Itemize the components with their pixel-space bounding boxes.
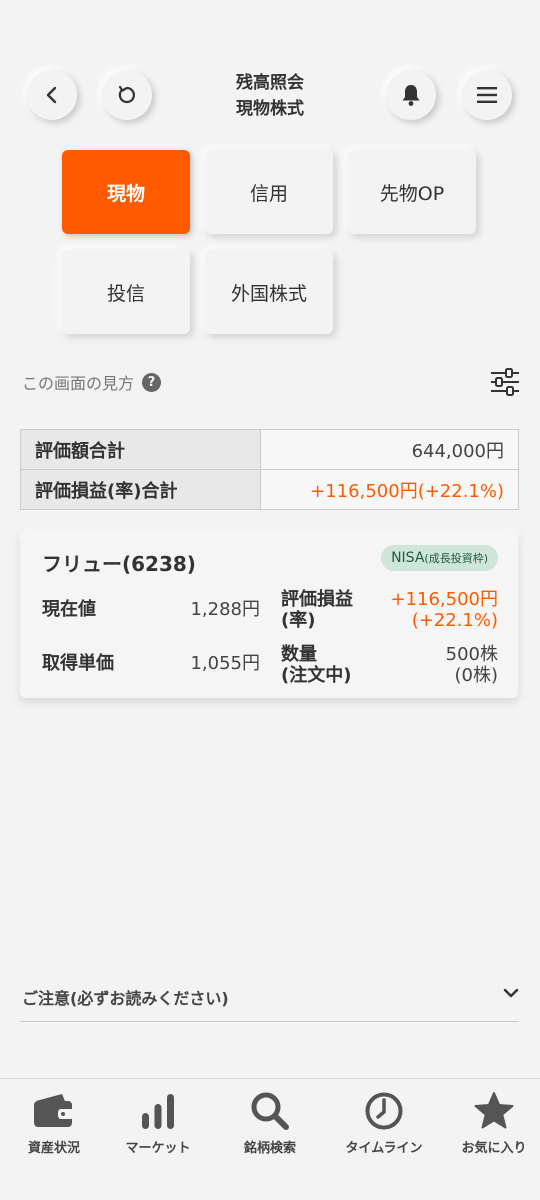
tab-toshin[interactable]: 投信 [62,250,190,334]
notification-button[interactable] [386,70,436,120]
question-icon: ? [142,372,162,392]
nav-favorites[interactable]: お気に入り [440,1091,540,1156]
tab-shinyo[interactable]: 信用 [205,150,333,234]
current-price-value: 1,288円 [190,599,260,620]
filter-settings-icon[interactable] [490,368,520,396]
header: 残高照会 現物株式 [0,0,540,140]
refresh-button[interactable] [102,70,152,120]
page-title-line1: 残高照会 [236,73,304,93]
current-price-label: 現在値 [42,599,96,620]
page-title-line2: 現物株式 [236,99,304,119]
nav-favorites-label: お気に入り [461,1141,527,1156]
total-pl-label: 評価損益(率)合計 [20,469,261,510]
total-valuation-label: 評価額合計 [20,429,261,470]
nisa-badge: NISA (成長投資枠) [381,545,498,571]
cost-label: 取得単価 [42,653,114,674]
how-to-read-label: この画面の見方 [22,374,135,393]
total-valuation-value: 644,000円 [260,429,519,470]
back-button[interactable] [27,70,77,120]
pl-rate: (+22.1%) [411,610,498,631]
nav-assets-label: 資産状況 [27,1141,80,1156]
qty-amount: 500株 [445,644,498,665]
qty-label-line1: 数量 [281,644,317,665]
notice-label: ご注意(必ずお読みください) [22,989,229,1008]
nav-market[interactable]: マーケット [104,1091,212,1156]
pl-amount: +116,500円 [390,589,498,610]
bottom-nav: 資産状況 マーケット 銘柄検索 タイムライン お気に入り [0,1078,540,1200]
hamburger-menu-icon [477,87,497,103]
tab-futures-op[interactable]: 先物OP [348,150,476,234]
nisa-badge-main: NISA [391,550,425,566]
menu-button[interactable] [462,70,512,120]
cost-value: 1,055円 [190,653,260,674]
tab-foreign-stocks[interactable]: 外国株式 [205,250,333,334]
bell-icon [402,85,420,106]
qty-label-line2: (注文中) [281,665,352,686]
chevron-down-icon [503,988,519,998]
pl-value: +116,500円 (+22.1%) [390,589,498,631]
nav-assets[interactable]: 資産状況 [0,1091,108,1156]
summary-row: 評価損益(率)合計 +116,500円(+22.1%) [20,469,519,510]
notice-accordion[interactable]: ご注意(必ずお読みください) [20,975,519,1022]
summary-table: 評価額合計 644,000円 評価損益(率)合計 +116,500円(+22.1… [20,429,519,510]
total-pl-value: +116,500円(+22.1%) [260,469,519,510]
holding-name: フリュー(6238) [42,552,196,576]
page-title: 残高照会 現物株式 [170,70,370,122]
pl-label-line1: 評価損益 [281,589,353,610]
qty-value: 500株 (0株) [446,644,498,686]
nav-search-label: 銘柄検索 [243,1141,296,1156]
nav-timeline-label: タイムライン [345,1141,423,1156]
clock-icon [365,1092,403,1130]
nav-timeline[interactable]: タイムライン [330,1091,438,1156]
nav-market-label: マーケット [125,1141,191,1156]
chevron-left-icon [46,86,57,104]
refresh-icon [118,85,135,104]
nisa-badge-sub: (成長投資枠) [424,552,488,565]
pl-label-line2: (率) [281,610,316,631]
nav-search[interactable]: 銘柄検索 [216,1091,324,1156]
tab-genbutsu[interactable]: 現物 [62,150,190,234]
star-icon [474,1092,514,1129]
pl-label: 評価損益 (率) [281,589,353,631]
wallet-icon [34,1094,74,1127]
holding-card[interactable]: フリュー(6238) NISA (成長投資枠) 現在値 1,288円 評価損益 … [20,530,518,698]
qty-pending: (0株) [454,665,499,686]
summary-row: 評価額合計 644,000円 [20,429,519,470]
bar-chart-icon [142,1094,174,1129]
qty-label: 数量 (注文中) [281,644,351,686]
how-to-read-link[interactable]: この画面の見方 ? [22,370,162,394]
search-icon [251,1092,289,1130]
